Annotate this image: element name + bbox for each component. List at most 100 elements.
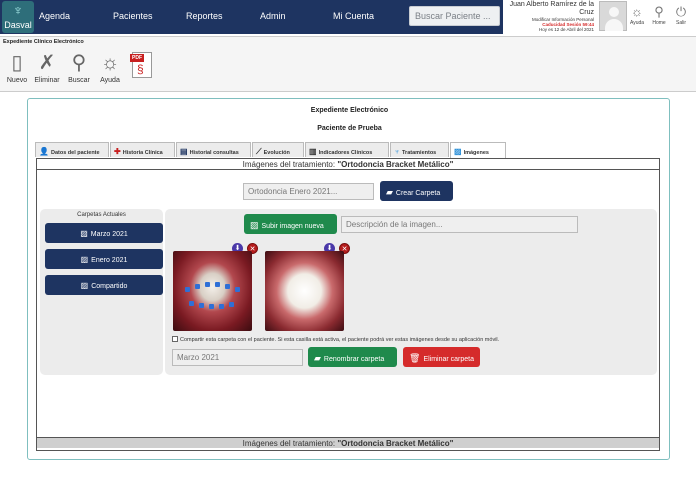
home-action[interactable]: ⚲ Home: [649, 3, 669, 26]
help-tool-label: Ayuda: [100, 77, 120, 84]
tab-historial-consultas[interactable]: ▤ Historial consultas: [176, 142, 251, 157]
tab-historia-clinica[interactable]: ✚ Historia Clínica: [110, 142, 175, 157]
tab-tratamientos[interactable]: ♆ Tratamientos: [390, 142, 449, 157]
search-input[interactable]: Buscar Paciente ...: [409, 6, 500, 26]
tab-label: Indicadores Clínicos: [318, 150, 373, 156]
treatment-footer: Imágenes del tratamiento: "Ortodoncia Br…: [37, 437, 659, 448]
lamp-icon: ⚲: [654, 4, 664, 19]
new-folder-input[interactable]: Ortodoncia Enero 2021...: [243, 183, 374, 200]
lightbulb-icon: ☼: [100, 52, 120, 74]
image-description-input[interactable]: Descripción de la imagen...: [341, 216, 578, 233]
tab-evolucion[interactable]: ⟋ Evolución: [252, 142, 304, 157]
nav-mi-cuenta[interactable]: Mi Cuenta: [333, 11, 374, 21]
new-label: Nuevo: [6, 77, 28, 84]
pdf-button[interactable]: PDF §: [130, 52, 154, 80]
tooth-logo-icon: ♆: [12, 2, 24, 18]
pdf-icon: PDF §: [130, 52, 152, 78]
tab-label: Evolución: [263, 150, 290, 156]
delete-folder-label: Eliminar carpeta: [423, 356, 475, 363]
power-icon: ⏻: [675, 4, 687, 19]
tooth-icon: ♆: [394, 147, 400, 156]
treatment-name: "Ortodoncia Bracket Metálico": [337, 439, 454, 448]
logo-text: Dasval: [4, 20, 32, 30]
folder-compartido[interactable]: ▨ Compartido: [45, 275, 163, 295]
checkbox-box[interactable]: [172, 336, 178, 342]
patient-name: Paciente de Prueba: [317, 125, 382, 132]
avatar-head: [609, 7, 619, 17]
folder-icon: ▰: [314, 353, 321, 363]
help-action[interactable]: ☼ Ayuda: [627, 3, 647, 26]
rename-label: Renombrar carpeta: [323, 356, 385, 363]
user-name: Juan Alberto Ramírez de la Cruz: [509, 1, 594, 16]
folder-icon: ▰: [386, 187, 393, 197]
logout-action[interactable]: ⏻ Salir: [671, 3, 691, 26]
new-button[interactable]: ▯ Nuevo: [5, 51, 29, 84]
rename-folder-button[interactable]: ▰ Renombrar carpeta: [308, 347, 397, 367]
delete-button[interactable]: ✗ Eliminar: [33, 51, 61, 84]
folder-marzo-2021[interactable]: ▨ Marzo 2021: [45, 223, 163, 243]
folders-list: Carpetas Actuales ▨ Marzo 2021 ▨ Enero 202…: [40, 209, 163, 375]
search-label: Buscar: [68, 77, 90, 84]
delete-label: Eliminar: [34, 77, 60, 84]
logout-label: Salir: [675, 20, 686, 26]
tab-indicadores-clinicos[interactable]: ▥ Indicadores Clínicos: [305, 142, 389, 157]
folder-name-input[interactable]: Marzo 2021: [172, 349, 303, 366]
share-text: Compartir esta carpeta con el paciente. …: [180, 337, 500, 343]
record-toolbar: Expediente Clínico Electrónico ▯ Nuevo ✗…: [0, 36, 696, 92]
trash-icon: 🗑: [409, 353, 421, 363]
dental-photo-teeth[interactable]: [265, 251, 344, 331]
top-navbar: ♆ Dasval Agenda Pacientes Reportes Admin…: [0, 0, 696, 34]
images-icon: ▨: [80, 281, 89, 290]
upload-label: Subir imagen nueva: [261, 223, 324, 230]
magnifier-icon: ⚲: [71, 52, 87, 74]
tab-imagenes[interactable]: ▨ Imágenes: [450, 142, 506, 158]
treatment-name: "Ortodoncia Bracket Metálico": [337, 160, 454, 169]
new-document-icon: ▯: [11, 52, 23, 74]
tab-label: Historial consultas: [189, 150, 239, 156]
folder-label: Marzo 2021: [90, 231, 128, 238]
create-folder-label: Crear Carpeta: [395, 190, 441, 197]
dental-photo-braces[interactable]: [173, 251, 252, 331]
pdf-badge: PDF: [130, 54, 144, 62]
folders-title: Carpetas Actuales: [77, 212, 126, 218]
help-label: Ayuda: [629, 20, 645, 26]
folder-label: Enero 2021: [91, 257, 128, 264]
images-icon: ▨: [80, 255, 89, 264]
lightbulb-icon: ☼: [631, 4, 643, 19]
app-logo[interactable]: ♆ Dasval: [2, 1, 34, 33]
upload-image-button[interactable]: ▨ Subir imagen nueva: [244, 214, 337, 234]
document-icon: ▤: [180, 147, 188, 156]
treatment-header: Imágenes del tratamiento: "Ortodoncia Br…: [37, 159, 659, 170]
delete-folder-button[interactable]: 🗑 Eliminar carpeta: [403, 347, 480, 367]
tab-datos-paciente[interactable]: 👤 Datos del paciente: [35, 142, 109, 157]
record-title: Expediente Electrónico: [310, 107, 389, 114]
toolbar-title: Expediente Clínico Electrónico: [3, 39, 84, 45]
braces-overlay: [181, 271, 245, 311]
folder-content: ▨ Subir imagen nueva Descripción de la im…: [165, 209, 657, 375]
nav-reportes[interactable]: Reportes: [186, 11, 223, 21]
line-chart-icon: ⟋: [256, 147, 262, 156]
tab-label: Imágenes: [463, 150, 489, 156]
folder-enero-2021[interactable]: ▨ Enero 2021: [45, 249, 163, 269]
tab-label: Tratamientos: [402, 150, 437, 156]
nav-admin[interactable]: Admin: [260, 11, 286, 21]
images-panel: Imágenes del tratamiento: "Ortodoncia Br…: [36, 158, 660, 451]
bar-chart-icon: ▥: [309, 147, 317, 156]
create-folder-button[interactable]: ▰ Crear Carpeta: [380, 181, 453, 201]
images-icon: ▨: [454, 147, 462, 156]
tab-label: Historia Clínica: [122, 150, 163, 156]
home-label: Home: [652, 20, 666, 26]
record-card: Expediente Electrónico Paciente de Prueb…: [27, 98, 670, 460]
treatment-prefix: Imágenes del tratamiento:: [242, 439, 338, 448]
medkit-icon: ✚: [114, 147, 121, 156]
nav-agenda[interactable]: Agenda: [39, 11, 70, 21]
help-button[interactable]: ☼ Ayuda: [97, 51, 123, 84]
user-panel: Juan Alberto Ramírez de la Cruz Modifica…: [503, 0, 696, 34]
acrobat-swirl-icon: §: [137, 62, 144, 76]
search-button[interactable]: ⚲ Buscar: [66, 51, 92, 84]
avatar[interactable]: [599, 1, 627, 31]
share-folder-checkbox[interactable]: Compartir esta carpeta con el paciente. …: [172, 336, 499, 343]
images-icon: ▨: [250, 220, 259, 230]
nav-pacientes[interactable]: Pacientes: [113, 11, 153, 21]
treatment-prefix: Imágenes del tratamiento:: [242, 160, 338, 169]
